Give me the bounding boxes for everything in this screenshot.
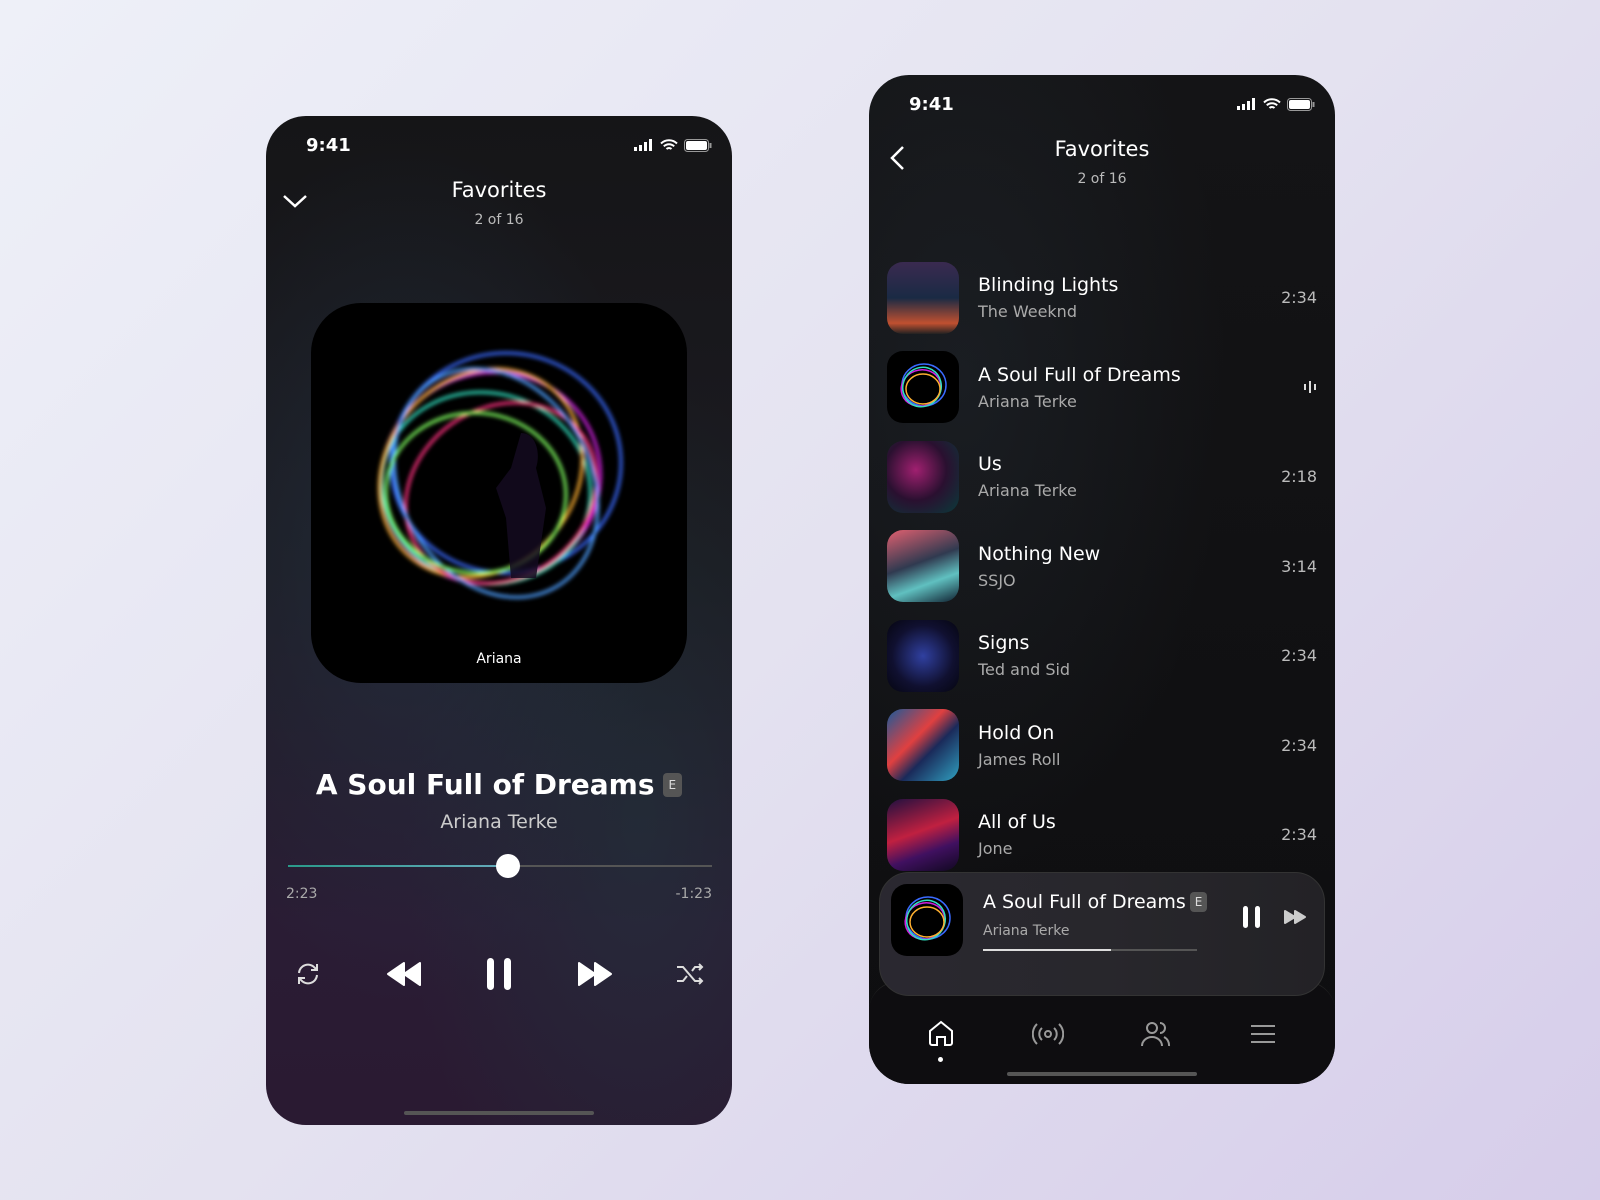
track-artist: Ariana Terke	[978, 481, 1077, 501]
track-title: A Soul Full of Dreams	[315, 768, 655, 801]
signal-icon	[634, 139, 652, 151]
pause-button[interactable]	[477, 952, 521, 996]
fast-forward-icon	[577, 962, 612, 986]
wifi-icon	[660, 138, 678, 150]
repeat-button[interactable]	[286, 952, 330, 996]
track-artwork	[887, 261, 959, 334]
shuffle-icon	[677, 963, 704, 985]
track-title: Hold On	[978, 721, 1055, 744]
users-icon	[1140, 1022, 1170, 1047]
battery-icon	[1287, 97, 1315, 111]
track-artwork	[887, 709, 959, 782]
tab-home[interactable]	[919, 1012, 963, 1062]
track-row[interactable]: Signs Ted and Sid 2:34	[887, 611, 1317, 701]
track-duration: 2:18	[1281, 467, 1317, 487]
track-row[interactable]: Nothing New SSJO 3:14	[887, 522, 1317, 612]
track-row[interactable]: All of Us Jone 2:34	[887, 790, 1317, 880]
mini-player-artwork	[891, 884, 963, 956]
shuffle-button[interactable]	[668, 952, 712, 996]
seek-bar-fill	[288, 865, 509, 867]
track-row[interactable]: Hold On James Roll 2:34	[887, 701, 1317, 791]
rewind-icon	[386, 962, 421, 986]
status-bar: 9:41	[909, 93, 1315, 115]
track-duration: 2:34	[1281, 646, 1317, 666]
track-artist: Ariana Terke	[978, 391, 1077, 411]
track-title: Blinding Lights	[978, 274, 1119, 297]
playlist-position: 2 of 16	[474, 212, 524, 228]
home-icon	[928, 1020, 953, 1046]
next-button[interactable]	[573, 952, 617, 996]
track-list: Blinding Lights The Weeknd 2:34 A Soul Full…	[887, 253, 1317, 880]
status-time: 9:41	[909, 93, 954, 115]
track-artist: Jone	[978, 839, 1013, 859]
equalizer-icon	[1304, 381, 1316, 394]
status-bar: 9:41	[306, 134, 712, 156]
pause-icon	[487, 958, 511, 990]
tab-menu[interactable]	[1241, 1012, 1285, 1056]
track-title: Us	[978, 453, 1002, 476]
battery-icon	[684, 138, 712, 152]
mini-track-title: A Soul Full of Dreams	[983, 891, 1186, 913]
explicit-badge: E	[662, 772, 683, 797]
track-title: All of Us	[978, 811, 1056, 834]
seek-handle[interactable]	[496, 854, 521, 878]
previous-button[interactable]	[382, 952, 426, 996]
track-artist: The Weeknd	[978, 302, 1077, 322]
track-duration: 2:34	[1281, 735, 1317, 755]
track-artist: Ted and Sid	[978, 660, 1071, 680]
explicit-badge: E	[1189, 892, 1208, 912]
track-duration: 3:14	[1281, 556, 1317, 576]
mini-next-button[interactable]	[1283, 909, 1307, 929]
track-row[interactable]: A Soul Full of Dreams Ariana Terke	[887, 343, 1317, 433]
track-artist: James Roll	[978, 749, 1061, 769]
playlist-position: 2 of 16	[1077, 171, 1127, 187]
tab-friends[interactable]	[1134, 1012, 1178, 1056]
track-artwork	[887, 798, 959, 871]
track-artwork	[887, 440, 959, 513]
track-row[interactable]: Us Ariana Terke 2:18	[887, 432, 1317, 522]
home-indicator	[404, 1111, 594, 1115]
track-duration: 2:34	[1281, 825, 1317, 845]
track-title: Signs	[978, 632, 1030, 655]
mini-progress-fill	[983, 949, 1112, 951]
playlist-title: Favorites	[451, 178, 547, 202]
track-artist[interactable]: Ariana Terke	[266, 811, 732, 833]
track-artwork	[887, 351, 959, 424]
fast-forward-icon	[1284, 910, 1306, 924]
track-duration: 2:34	[1281, 288, 1317, 308]
track-artwork	[887, 530, 959, 603]
album-label: Ariana	[476, 651, 522, 667]
now-playing-screen: 9:41 Favorites 2 of 16 Ariana A Soul Full…	[266, 116, 732, 1125]
menu-icon	[1251, 1025, 1276, 1043]
mini-track-artist: Ariana Terke	[983, 923, 1070, 939]
tab-bar	[869, 981, 1335, 1084]
mini-player[interactable]: A Soul Full of Dreams E Ariana Terke	[879, 872, 1325, 996]
track-artist: SSJO	[978, 570, 1016, 590]
track-title: A Soul Full of Dreams	[978, 363, 1181, 386]
light-rings-artwork	[378, 351, 623, 599]
repeat-icon	[298, 963, 318, 985]
mini-pause-button[interactable]	[1242, 905, 1262, 933]
seek-bar[interactable]	[288, 854, 712, 878]
wifi-icon	[1263, 97, 1281, 109]
album-art: Ariana	[311, 303, 687, 683]
status-time: 9:41	[306, 134, 351, 156]
tab-radio[interactable]	[1026, 1012, 1070, 1056]
track-title: Nothing New	[978, 542, 1101, 565]
broadcast-icon	[1032, 1023, 1065, 1045]
remaining-time: -1:23	[675, 886, 713, 902]
mini-progress-bar	[983, 949, 1197, 951]
elapsed-time: 2:23	[286, 886, 318, 902]
active-dot	[938, 1057, 944, 1062]
signal-icon	[1237, 98, 1255, 110]
pause-icon	[1243, 906, 1260, 928]
playlist-title: Favorites	[1054, 137, 1150, 161]
playlist-screen: 9:41 Favorites 2 of 16 Blinding Lights The…	[869, 75, 1335, 1084]
track-artwork	[887, 619, 959, 692]
home-indicator	[1007, 1072, 1197, 1076]
track-row[interactable]: Blinding Lights The Weeknd 2:34	[887, 253, 1317, 343]
